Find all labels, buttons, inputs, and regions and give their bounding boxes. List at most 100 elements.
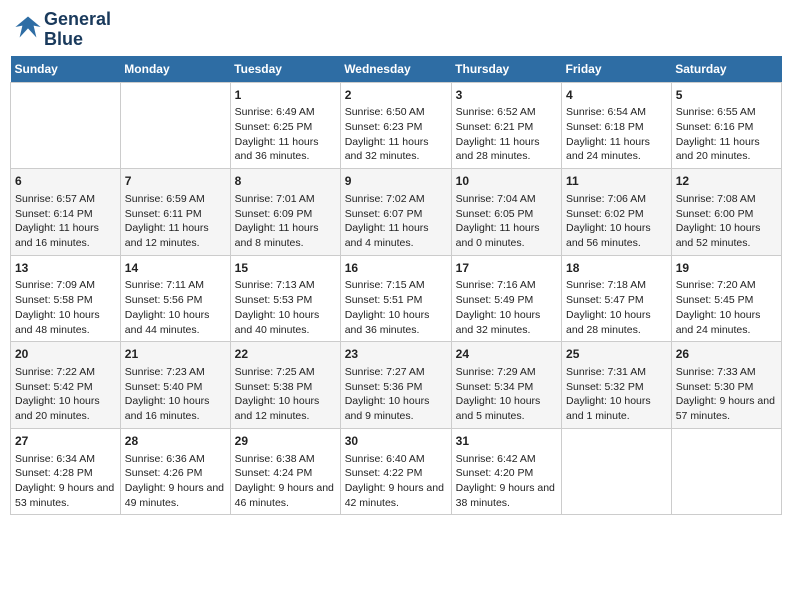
day-info: Sunrise: 6:36 AMSunset: 4:26 PMDaylight:… [125, 452, 226, 511]
day-info: Sunrise: 6:50 AMSunset: 6:23 PMDaylight:… [345, 105, 447, 164]
day-info: Sunrise: 6:42 AMSunset: 4:20 PMDaylight:… [456, 452, 557, 511]
col-header-sunday: Sunday [11, 56, 121, 83]
page-header: General Blue [10, 10, 782, 50]
day-number: 21 [125, 346, 226, 363]
calendar-cell: 14Sunrise: 7:11 AMSunset: 5:56 PMDayligh… [120, 255, 230, 342]
day-info: Sunrise: 7:25 AMSunset: 5:38 PMDaylight:… [235, 365, 336, 424]
calendar-cell: 1Sunrise: 6:49 AMSunset: 6:25 PMDaylight… [230, 82, 340, 169]
day-number: 11 [566, 173, 667, 190]
day-info: Sunrise: 7:29 AMSunset: 5:34 PMDaylight:… [456, 365, 557, 424]
logo-text: General Blue [44, 10, 111, 50]
day-number: 14 [125, 260, 226, 277]
day-info: Sunrise: 6:57 AMSunset: 6:14 PMDaylight:… [15, 192, 116, 251]
calendar-cell: 8 Sunrise: 7:01 AMSunset: 6:09 PMDaylight… [230, 169, 340, 256]
calendar-cell: 16Sunrise: 7:15 AMSunset: 5:51 PMDayligh… [340, 255, 451, 342]
day-info: Sunrise: 6:52 AMSunset: 6:21 PMDaylight:… [456, 105, 557, 164]
calendar-cell [120, 82, 230, 169]
day-info: Sunrise: 7:02 AMSunset: 6:07 PMDaylight:… [345, 192, 447, 251]
calendar-cell: 18Sunrise: 7:18 AMSunset: 5:47 PMDayligh… [562, 255, 672, 342]
day-number: 31 [456, 433, 557, 450]
calendar-cell: 2Sunrise: 6:50 AMSunset: 6:23 PMDaylight… [340, 82, 451, 169]
day-number: 19 [676, 260, 777, 277]
calendar-cell: 9 Sunrise: 7:02 AMSunset: 6:07 PMDaylight… [340, 169, 451, 256]
calendar-cell: 6Sunrise: 6:57 AMSunset: 6:14 PMDaylight… [11, 169, 121, 256]
day-info: Sunrise: 6:55 AMSunset: 6:16 PMDaylight:… [676, 105, 777, 164]
calendar-cell: 28 Sunrise: 6:36 AMSunset: 4:26 PMDayligh… [120, 428, 230, 515]
day-number: 7 [125, 173, 226, 190]
day-info: Sunrise: 7:06 AMSunset: 6:02 PMDaylight:… [566, 192, 667, 251]
calendar-cell [11, 82, 121, 169]
calendar-cell: 22 Sunrise: 7:25 AMSunset: 5:38 PMDayligh… [230, 342, 340, 429]
calendar-cell: 15Sunrise: 7:13 AMSunset: 5:53 PMDayligh… [230, 255, 340, 342]
day-number: 2 [345, 87, 447, 104]
calendar-cell: 11 Sunrise: 7:06 AMSunset: 6:02 PMDayligh… [562, 169, 672, 256]
day-number: 17 [456, 260, 557, 277]
day-number: 10 [456, 173, 557, 190]
day-number: 1 [235, 87, 336, 104]
calendar-cell: 5Sunrise: 6:55 AMSunset: 6:16 PMDaylight… [671, 82, 781, 169]
day-info: Sunrise: 7:20 AMSunset: 5:45 PMDaylight:… [676, 278, 777, 337]
day-info: Sunrise: 7:33 AMSunset: 5:30 PMDaylight:… [676, 365, 777, 424]
calendar-cell: 23 Sunrise: 7:27 AMSunset: 5:36 PMDayligh… [340, 342, 451, 429]
calendar-cell: 4Sunrise: 6:54 AMSunset: 6:18 PMDaylight… [562, 82, 672, 169]
day-number: 27 [15, 433, 116, 450]
day-number: 5 [676, 87, 777, 104]
day-info: Sunrise: 7:23 AMSunset: 5:40 PMDaylight:… [125, 365, 226, 424]
day-number: 23 [345, 346, 447, 363]
day-info: Sunrise: 6:34 AMSunset: 4:28 PMDaylight:… [15, 452, 116, 511]
day-info: Sunrise: 7:08 AMSunset: 6:00 PMDaylight:… [676, 192, 777, 251]
day-info: Sunrise: 6:49 AMSunset: 6:25 PMDaylight:… [235, 105, 336, 164]
calendar-cell: 17Sunrise: 7:16 AMSunset: 5:49 PMDayligh… [451, 255, 561, 342]
calendar-cell: 7 Sunrise: 6:59 AMSunset: 6:11 PMDaylight… [120, 169, 230, 256]
day-info: Sunrise: 6:59 AMSunset: 6:11 PMDaylight:… [125, 192, 226, 251]
calendar-cell: 13Sunrise: 7:09 AMSunset: 5:58 PMDayligh… [11, 255, 121, 342]
calendar-cell: 26Sunrise: 7:33 AMSunset: 5:30 PMDayligh… [671, 342, 781, 429]
day-number: 22 [235, 346, 336, 363]
calendar-cell: 24 Sunrise: 7:29 AMSunset: 5:34 PMDayligh… [451, 342, 561, 429]
logo: General Blue [14, 10, 111, 50]
day-number: 25 [566, 346, 667, 363]
day-number: 9 [345, 173, 447, 190]
day-number: 12 [676, 173, 777, 190]
day-info: Sunrise: 7:16 AMSunset: 5:49 PMDaylight:… [456, 278, 557, 337]
day-info: Sunrise: 7:31 AMSunset: 5:32 PMDaylight:… [566, 365, 667, 424]
col-header-wednesday: Wednesday [340, 56, 451, 83]
calendar-cell: 31 Sunrise: 6:42 AMSunset: 4:20 PMDayligh… [451, 428, 561, 515]
day-number: 15 [235, 260, 336, 277]
day-number: 28 [125, 433, 226, 450]
calendar-cell: 29Sunrise: 6:38 AMSunset: 4:24 PMDayligh… [230, 428, 340, 515]
calendar-cell: 25 Sunrise: 7:31 AMSunset: 5:32 PMDayligh… [562, 342, 672, 429]
day-info: Sunrise: 6:54 AMSunset: 6:18 PMDaylight:… [566, 105, 667, 164]
calendar-cell: 27 Sunrise: 6:34 AMSunset: 4:28 PMDayligh… [11, 428, 121, 515]
day-info: Sunrise: 7:13 AMSunset: 5:53 PMDaylight:… [235, 278, 336, 337]
day-number: 24 [456, 346, 557, 363]
col-header-tuesday: Tuesday [230, 56, 340, 83]
day-number: 3 [456, 87, 557, 104]
day-info: Sunrise: 7:22 AMSunset: 5:42 PMDaylight:… [15, 365, 116, 424]
day-number: 18 [566, 260, 667, 277]
day-info: Sunrise: 7:15 AMSunset: 5:51 PMDaylight:… [345, 278, 447, 337]
calendar-cell [671, 428, 781, 515]
day-number: 4 [566, 87, 667, 104]
day-info: Sunrise: 6:40 AMSunset: 4:22 PMDaylight:… [345, 452, 447, 511]
calendar-cell: 3Sunrise: 6:52 AMSunset: 6:21 PMDaylight… [451, 82, 561, 169]
calendar-cell: 21 Sunrise: 7:23 AMSunset: 5:40 PMDayligh… [120, 342, 230, 429]
calendar-table: SundayMondayTuesdayWednesdayThursdayFrid… [10, 56, 782, 516]
day-info: Sunrise: 7:27 AMSunset: 5:36 PMDaylight:… [345, 365, 447, 424]
col-header-friday: Friday [562, 56, 672, 83]
calendar-cell: 20 Sunrise: 7:22 AMSunset: 5:42 PMDayligh… [11, 342, 121, 429]
day-number: 16 [345, 260, 447, 277]
calendar-cell [562, 428, 672, 515]
day-number: 20 [15, 346, 116, 363]
day-number: 29 [235, 433, 336, 450]
day-info: Sunrise: 7:01 AMSunset: 6:09 PMDaylight:… [235, 192, 336, 251]
day-info: Sunrise: 7:18 AMSunset: 5:47 PMDaylight:… [566, 278, 667, 337]
day-info: Sunrise: 7:09 AMSunset: 5:58 PMDaylight:… [15, 278, 116, 337]
calendar-cell: 12 Sunrise: 7:08 AMSunset: 6:00 PMDayligh… [671, 169, 781, 256]
calendar-cell: 19Sunrise: 7:20 AMSunset: 5:45 PMDayligh… [671, 255, 781, 342]
col-header-thursday: Thursday [451, 56, 561, 83]
day-number: 13 [15, 260, 116, 277]
col-header-monday: Monday [120, 56, 230, 83]
day-number: 30 [345, 433, 447, 450]
day-number: 8 [235, 173, 336, 190]
